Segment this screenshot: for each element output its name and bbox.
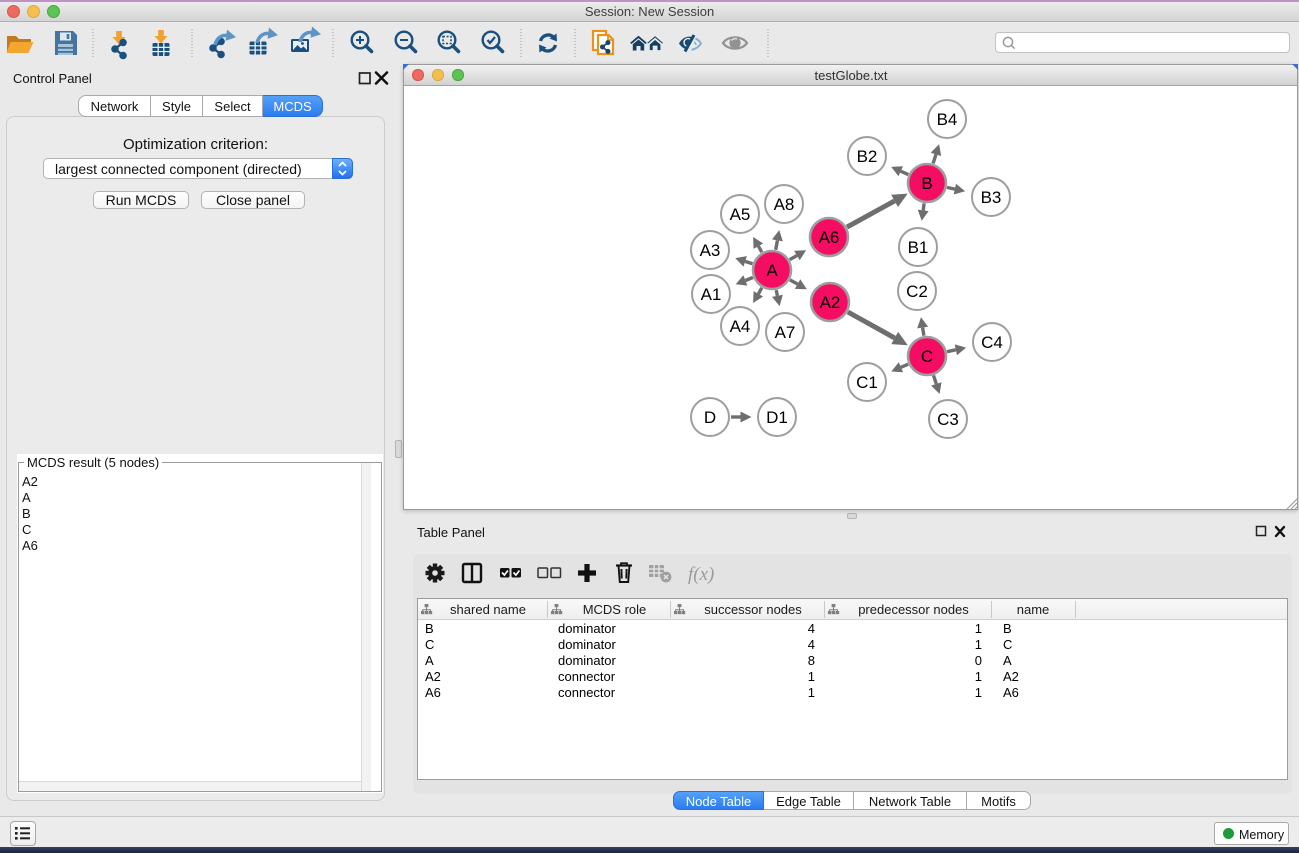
svg-text:A1: A1 bbox=[701, 285, 722, 304]
svg-text:predecessor nodes: predecessor nodes bbox=[858, 602, 969, 617]
svg-text:D: D bbox=[704, 408, 716, 427]
svg-text:B: B bbox=[921, 174, 932, 193]
svg-text:A3: A3 bbox=[700, 241, 721, 260]
svg-text:A5: A5 bbox=[730, 205, 751, 224]
svg-text:C1: C1 bbox=[856, 373, 878, 392]
svg-text:A2: A2 bbox=[820, 293, 841, 312]
svg-text:name: name bbox=[1017, 602, 1050, 617]
svg-text:shared name: shared name bbox=[450, 602, 526, 617]
svg-text:B3: B3 bbox=[981, 188, 1002, 207]
svg-text:D1: D1 bbox=[766, 408, 788, 427]
svg-text:f(x): f(x) bbox=[688, 564, 714, 585]
svg-text:C2: C2 bbox=[906, 282, 928, 301]
svg-text:C4: C4 bbox=[981, 333, 1003, 352]
svg-text:B4: B4 bbox=[937, 110, 958, 129]
svg-text:A4: A4 bbox=[730, 317, 751, 336]
svg-text:B2: B2 bbox=[857, 147, 878, 166]
svg-text:C: C bbox=[921, 347, 933, 366]
svg-text:A8: A8 bbox=[774, 195, 795, 214]
svg-text:MCDS role: MCDS role bbox=[583, 602, 647, 617]
svg-text:C3: C3 bbox=[937, 410, 959, 429]
svg-text:A7: A7 bbox=[775, 323, 796, 342]
svg-text:successor nodes: successor nodes bbox=[704, 602, 802, 617]
svg-text:A6: A6 bbox=[819, 228, 840, 247]
svg-text:B1: B1 bbox=[908, 238, 929, 257]
svg-text:A: A bbox=[766, 261, 778, 280]
